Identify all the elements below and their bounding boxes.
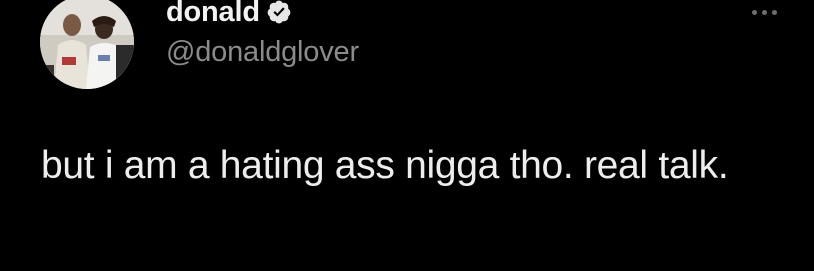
dot — [762, 9, 767, 15]
tweet-text: but i am a hating ass nigga tho. real ta… — [41, 144, 729, 187]
dot — [772, 9, 777, 15]
ellipsis-icon[interactable] — [752, 6, 788, 18]
user-handle[interactable]: @donaldglover — [166, 36, 359, 69]
display-name-row[interactable]: donald — [166, 0, 292, 32]
tweet: donald @donaldglover but i am a hating a… — [0, 0, 814, 271]
display-name[interactable]: donald — [166, 0, 260, 29]
dot — [752, 9, 757, 15]
avatar[interactable] — [40, 0, 134, 89]
profile-photo-icon — [40, 0, 134, 89]
verified-badge-icon — [266, 0, 292, 25]
